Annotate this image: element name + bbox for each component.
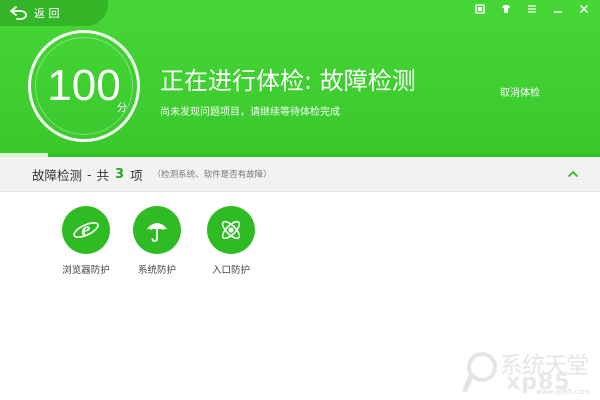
ie-browser-icon: e <box>73 219 99 241</box>
back-button[interactable]: 返 回 <box>10 4 60 22</box>
menu-button[interactable] <box>526 3 538 15</box>
score-unit: 分 <box>117 103 127 114</box>
status-message: 尚未发现问题项目，请继续等待体检完成 <box>160 107 340 118</box>
minimize-button[interactable] <box>552 3 564 15</box>
section-title: 故障检测 <box>32 167 83 183</box>
entry-protection-item[interactable]: 入口防护 <box>193 206 269 276</box>
section-total-prefix: 共 <box>96 167 110 183</box>
system-protection-item[interactable]: 系统防护 <box>119 206 195 276</box>
section-total-suffix: 项 <box>130 167 143 183</box>
umbrella-icon <box>146 223 168 242</box>
chevron-up-icon[interactable] <box>566 168 580 180</box>
close-icon <box>579 4 589 14</box>
section-note: （检测系统、软件是否有故障） <box>152 170 272 180</box>
minimize-icon <box>554 11 562 13</box>
close-button[interactable] <box>578 3 590 15</box>
watermark-logo-icon <box>462 352 497 392</box>
svg-text:e: e <box>82 219 91 241</box>
shirt-button[interactable] <box>500 3 512 15</box>
system-protection-label: 系统防护 <box>137 265 176 276</box>
skin-button[interactable] <box>474 3 486 15</box>
entry-protection-label: 入口防护 <box>211 265 250 276</box>
browser-protection-badge: e <box>62 206 110 254</box>
skin-icon <box>475 4 485 14</box>
atom-icon <box>221 220 241 240</box>
browser-protection-item[interactable]: e 浏览器防护 <box>48 206 124 276</box>
section-count: 3 <box>115 166 125 182</box>
entry-protection-badge <box>207 206 255 254</box>
window-controls <box>474 3 590 15</box>
header: 返 回 100 分 正在进行体检: 故障检测 尚未发现问题项目，请继续等待体检完… <box>0 0 600 157</box>
page-title: 正在进行体检: 故障检测 <box>160 67 416 95</box>
score-ring: 100 分 <box>28 30 140 142</box>
shirt-icon <box>502 5 510 13</box>
menu-icon <box>528 5 536 13</box>
back-arrow-icon <box>10 6 27 20</box>
section-dash: - <box>87 166 92 182</box>
browser-protection-label: 浏览器防护 <box>62 265 110 276</box>
watermark-url: www.xp85.com <box>536 388 590 396</box>
cancel-checkup-button[interactable]: 取消体检 <box>500 84 540 99</box>
watermark: 系统天堂 xp85 www.xp85.com <box>462 344 598 398</box>
section-header[interactable]: 故障检测 - 共 3 项 （检测系统、软件是否有故障） <box>0 157 600 192</box>
back-label: 返 回 <box>34 7 60 20</box>
system-protection-badge <box>133 206 181 254</box>
